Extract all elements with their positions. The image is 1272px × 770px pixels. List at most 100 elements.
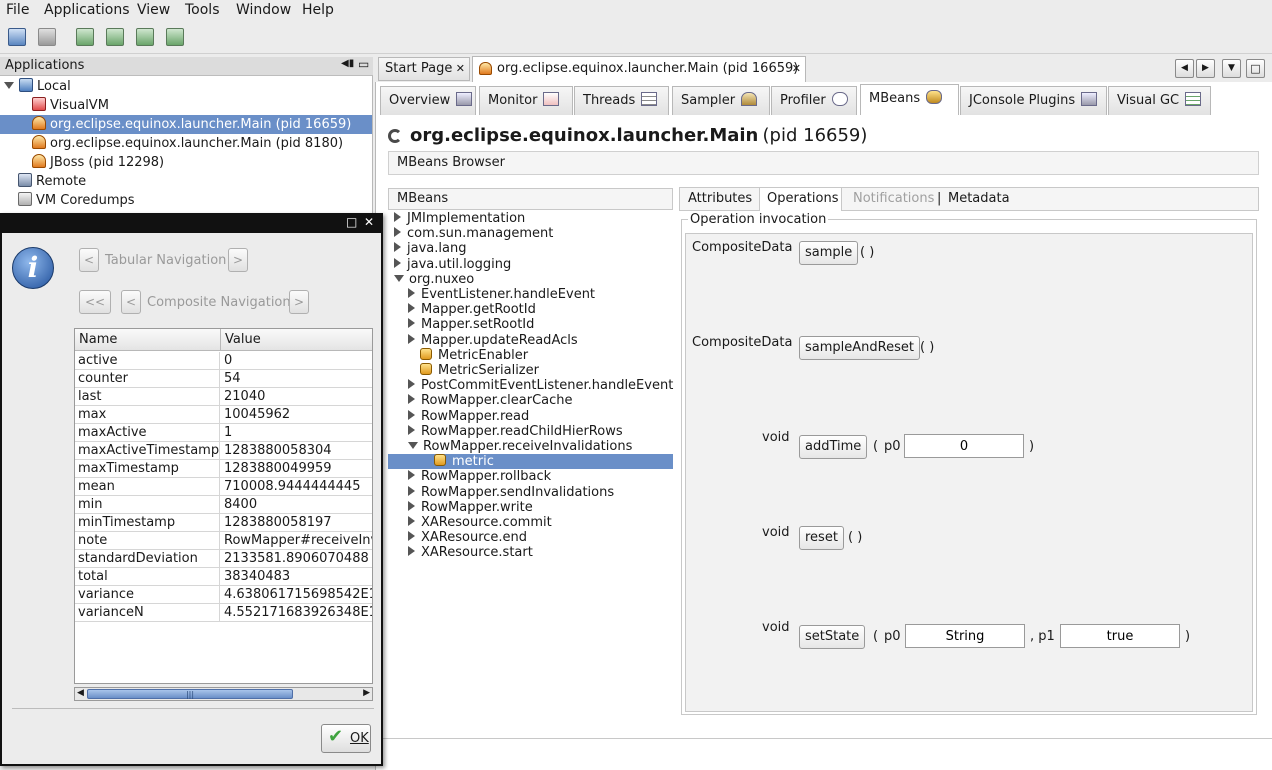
close-icon[interactable]: ✕ [364,215,374,229]
tree-item-visualvm[interactable]: VisualVM [32,96,109,115]
table-row[interactable]: maxActiveTimestamp 1283880058304 [75,442,372,460]
save-icon[interactable] [38,28,56,46]
set-state-p0-input[interactable] [905,624,1025,648]
tab-metadata[interactable]: Metadata [948,188,1028,210]
sample-and-reset-button[interactable]: sampleAndReset [799,336,920,360]
tree-item-app-16659[interactable]: org.eclipse.equinox.launcher.Main (pid 1… [0,115,372,134]
column-header-value[interactable]: Value [221,329,372,351]
expand-arrow-icon[interactable] [408,500,415,511]
table-row[interactable]: counter 54 [75,370,372,388]
expand-arrow-icon[interactable] [408,379,415,390]
expand-arrow-icon[interactable] [408,303,415,314]
mbean-tree-item[interactable]: Mapper.getRootId [388,302,673,317]
scroll-tabs-left-button[interactable]: ◀ [1175,59,1194,78]
expand-arrow-icon[interactable] [394,212,401,222]
mbean-tree-item[interactable]: java.lang [388,241,673,256]
table-row[interactable]: mean 710008.9444444445 [75,478,372,496]
scroll-thumb[interactable]: ||| [87,689,293,699]
tab-attributes[interactable]: Attributes [680,188,760,210]
tab-sampler[interactable]: Sampler [672,86,770,115]
expand-arrow-icon[interactable] [408,546,415,557]
mbean-tree-item[interactable]: metric [388,454,673,470]
composite-first-button[interactable]: << [79,290,111,314]
sample-button[interactable]: sample [799,241,859,265]
add-jmx-icon[interactable] [76,28,94,46]
open-icon[interactable] [8,28,26,46]
expand-arrow-icon[interactable] [408,470,415,481]
mbean-tree-item[interactable]: RowMapper.receiveInvalidations [388,439,673,454]
mbean-tree-item[interactable]: RowMapper.rollback [388,469,673,484]
composite-next-button[interactable]: > [289,290,309,314]
expand-arrow-icon[interactable] [408,288,415,298]
mbean-tree-item[interactable]: RowMapper.sendInvalidations [388,485,673,500]
expand-arrow-icon[interactable] [408,485,415,496]
mbean-tree-item[interactable]: MetricSerializer [388,363,673,378]
close-icon[interactable]: ✕ [456,58,465,80]
add-time-button[interactable]: addTime [799,435,868,459]
add-thread-dump-icon[interactable] [106,28,124,46]
mbean-tree-item[interactable]: RowMapper.write [388,500,673,515]
table-row[interactable]: maxActive 1 [75,424,372,442]
mbean-tree-item[interactable]: java.util.logging [388,257,673,272]
expand-arrow-icon[interactable] [408,531,415,542]
table-row[interactable]: min 8400 [75,496,372,514]
tab-start-page[interactable]: Start Page ✕ [378,57,470,81]
scroll-tabs-right-button[interactable]: ▶ [1196,59,1215,78]
maximize-panel-button[interactable]: ▭ [358,57,369,71]
add-snapshot-icon[interactable] [166,28,184,46]
scroll-left-icon[interactable]: ◀ [77,688,84,698]
tab-monitor[interactable]: Monitor [479,86,573,115]
minimize-panel-button[interactable]: ◀▮ [341,58,354,69]
table-row[interactable]: standardDeviation 2133581.8906070488 [75,550,372,568]
add-heap-dump-icon[interactable] [136,28,154,46]
maximize-window-button[interactable]: □ [1246,59,1265,78]
close-icon[interactable]: ✕ [792,57,801,81]
mbean-tree-item[interactable]: RowMapper.clearCache [388,393,673,408]
set-state-button[interactable]: setState [799,625,866,649]
expand-arrow-icon[interactable] [4,82,14,89]
expand-arrow-icon[interactable] [394,257,401,268]
tree-item-app-8180[interactable]: org.eclipse.equinox.launcher.Main (pid 8… [32,134,343,153]
mbean-tree-item[interactable]: MetricEnabler [388,347,673,363]
set-state-p1-input[interactable] [1060,624,1180,648]
tab-main-app[interactable]: org.eclipse.equinox.launcher.Main (pid 1… [472,56,806,82]
mbean-tree-item[interactable]: JMImplementation [388,211,673,226]
tab-operations[interactable]: Operations [760,188,842,211]
ok-button[interactable]: ✔ OK [321,724,371,753]
collapse-arrow-icon[interactable] [394,274,404,282]
tab-mbeans[interactable]: MBeans [860,84,959,115]
tab-overview[interactable]: Overview [380,86,476,115]
mbean-tree-item[interactable]: com.sun.management [388,226,673,241]
add-time-p0-input[interactable] [904,434,1024,458]
mbean-tree-item[interactable]: RowMapper.readChildHierRows [388,424,673,439]
tab-list-dropdown-button[interactable]: ▼ [1222,59,1241,78]
tab-jconsole-plugins[interactable]: JConsole Plugins [960,86,1107,115]
tree-item-jboss[interactable]: JBoss (pid 12298) [32,153,164,172]
table-row[interactable]: varianceN 4.552171683926348E12 [75,604,372,622]
expand-arrow-icon[interactable] [408,394,415,405]
table-row[interactable]: maxTimestamp 1283880049959 [75,460,372,478]
tabular-prev-button[interactable]: < [79,248,99,272]
composite-prev-button[interactable]: < [121,290,141,314]
mbean-tree-item[interactable]: Mapper.setRootId [388,317,673,332]
expand-arrow-icon[interactable] [408,409,415,420]
table-row[interactable]: variance 4.638061715698542E12 [75,586,372,604]
mbean-tree-item[interactable]: EventListener.handleEvent [388,287,673,302]
table-row[interactable]: note RowMapper#receiveInva [75,532,372,550]
tabular-next-button[interactable]: > [228,248,248,272]
collapse-arrow-icon[interactable] [408,442,418,449]
table-row[interactable]: max 10045962 [75,406,372,424]
tree-item-coredumps[interactable]: VM Coredumps [18,191,135,210]
mbean-tree-item[interactable]: org.nuxeo [388,272,673,287]
table-row[interactable]: last 21040 [75,388,372,406]
expand-arrow-icon[interactable] [408,424,415,435]
expand-arrow-icon[interactable] [394,242,401,253]
tab-visual-gc[interactable]: Visual GC [1108,86,1211,115]
maximize-icon[interactable]: □ [346,215,357,229]
tab-profiler[interactable]: Profiler [771,86,857,115]
menu-view[interactable]: View [137,2,170,18]
expand-arrow-icon[interactable] [408,516,415,526]
table-row[interactable]: active 0 [75,352,372,370]
table-row[interactable]: minTimestamp 1283880058197 [75,514,372,532]
column-header-name[interactable]: Name [75,329,221,351]
